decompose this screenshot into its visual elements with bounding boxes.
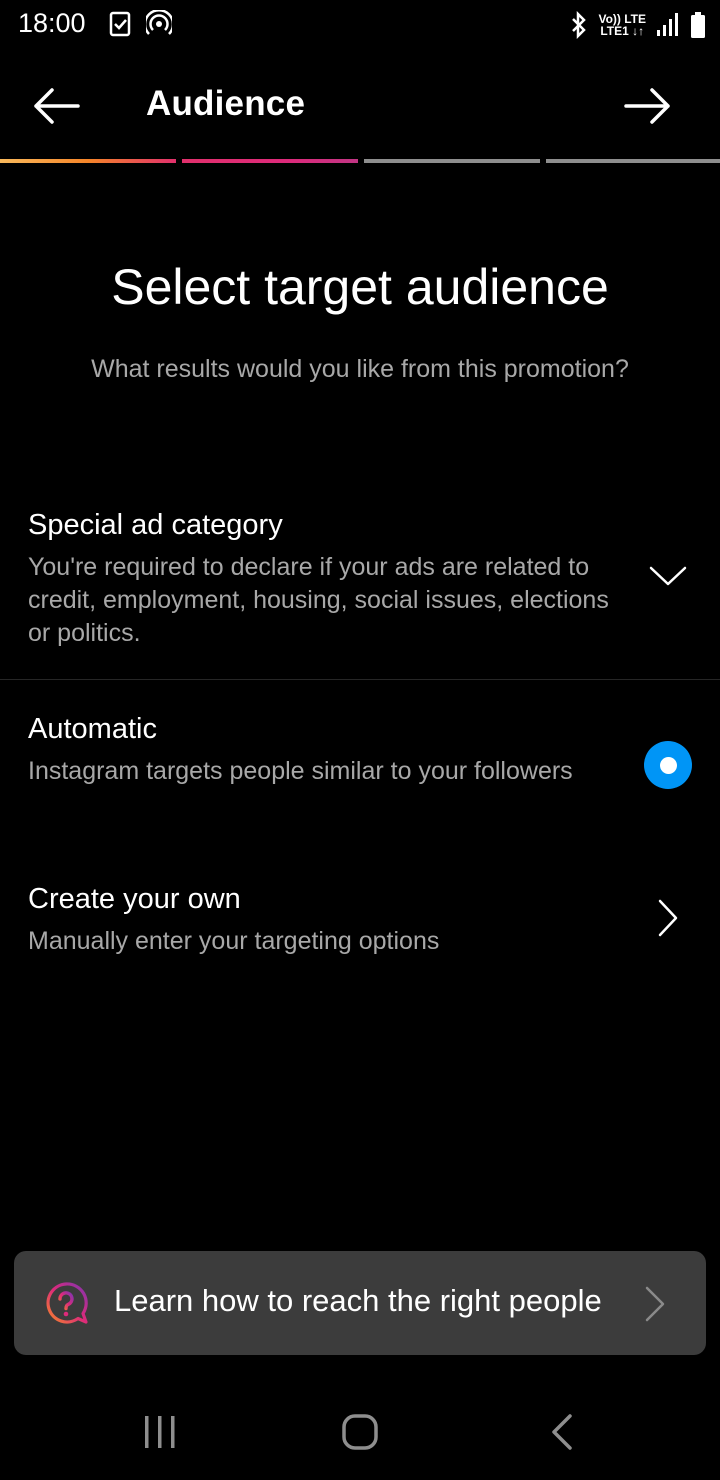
special-ad-category-title: Special ad category	[28, 509, 283, 541]
automatic-radio[interactable]	[644, 741, 692, 789]
special-ad-category-desc: You're required to declare if your ads a…	[28, 553, 609, 647]
page-subtitle: What results would you like from this pr…	[91, 355, 629, 383]
signal-icon	[657, 13, 678, 36]
bluetooth-icon	[572, 11, 587, 39]
create-your-own-title: Create your own	[28, 883, 241, 915]
automatic-desc: Instagram targets people similar to your…	[28, 757, 573, 785]
page-heading: Select target audience	[111, 259, 609, 315]
recents-button[interactable]	[143, 1414, 177, 1450]
chevron-right-icon	[645, 1286, 665, 1322]
system-back-button[interactable]	[550, 1413, 574, 1451]
battery-icon	[691, 12, 705, 38]
page-title: Audience	[146, 84, 306, 123]
hotspot-icon	[146, 10, 172, 35]
question-bubble-icon	[46, 1282, 88, 1324]
learn-banner-text: Learn how to reach the right people	[114, 1283, 602, 1318]
chevron-right-icon[interactable]	[656, 898, 680, 938]
divider	[0, 679, 720, 680]
create-your-own-desc: Manually enter your targeting options	[28, 927, 440, 955]
progress-step-1	[0, 159, 176, 163]
radio-selected-dot	[659, 756, 677, 774]
status-time: 18:00	[18, 8, 86, 38]
network-indicator: Vo)) LTE LTE1 ↓↑	[598, 13, 646, 37]
home-button[interactable]	[341, 1413, 379, 1451]
progress-step-3	[364, 159, 540, 163]
progress-step-4	[546, 159, 720, 163]
status-icons: Vo)) LTE LTE1 ↓↑	[570, 8, 706, 42]
automatic-title: Automatic	[28, 713, 157, 745]
arrow-right-icon[interactable]	[622, 84, 674, 128]
clipboard-check-icon	[109, 11, 131, 37]
chevron-down-icon[interactable]	[648, 562, 688, 590]
arrow-left-icon[interactable]	[30, 84, 82, 128]
progress-step-2	[182, 159, 358, 163]
learn-banner[interactable]: Learn how to reach the right people	[14, 1251, 706, 1355]
network-label-bottom: LTE1 ↓↑	[600, 24, 645, 38]
